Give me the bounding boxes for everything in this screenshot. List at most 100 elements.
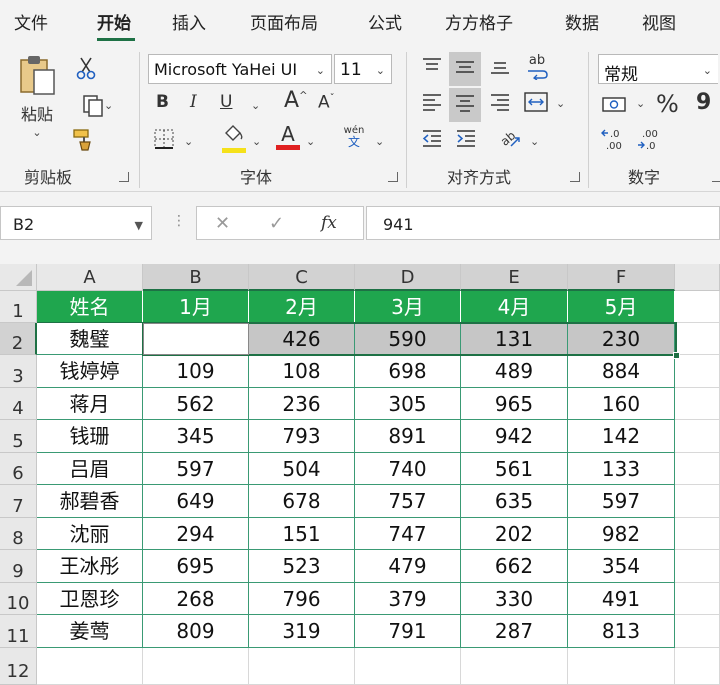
table-cell[interactable]: 590 — [355, 323, 461, 355]
borders-dropdown-icon[interactable]: ⌄ — [184, 136, 193, 147]
paste-button[interactable]: 粘贴 ⌄ — [14, 54, 60, 154]
font-color-dropdown-icon[interactable]: ⌄ — [306, 136, 315, 147]
row-header-2[interactable]: 2 — [0, 323, 37, 355]
table-cell[interactable]: 747 — [355, 518, 461, 550]
table-cell[interactable]: 姜莺 — [37, 615, 143, 648]
table-cell[interactable] — [461, 648, 568, 685]
table-cell[interactable] — [675, 323, 720, 355]
grow-font-button[interactable]: A^ — [284, 90, 307, 112]
table-cell[interactable]: 109 — [143, 355, 249, 388]
table-cell[interactable]: 236 — [249, 388, 355, 420]
table-cell[interactable]: 沈丽 — [37, 518, 143, 550]
align-left-button[interactable] — [418, 90, 446, 120]
orientation-dropdown-icon[interactable]: ⌄ — [530, 136, 539, 147]
table-cell[interactable]: 523 — [249, 550, 355, 583]
font-size-combo[interactable]: 11 ⌄ — [334, 54, 392, 84]
table-cell[interactable]: 942 — [461, 420, 568, 453]
table-cell[interactable]: 635 — [461, 485, 568, 518]
select-all-corner[interactable] — [0, 264, 37, 291]
clipboard-launcher-icon[interactable] — [119, 172, 129, 182]
menu-data[interactable]: 数据 — [565, 9, 599, 34]
menu-formulas[interactable]: 公式 — [368, 9, 402, 34]
table-cell[interactable]: 133 — [568, 453, 675, 485]
align-center-button[interactable] — [449, 88, 481, 122]
row-header-1[interactable]: 1 — [0, 291, 37, 323]
column-header-c[interactable]: C — [249, 264, 355, 291]
phonetic-button[interactable]: wén 文 — [340, 126, 368, 154]
decrease-indent-button[interactable] — [418, 126, 446, 154]
borders-button[interactable] — [152, 128, 176, 152]
header-cell[interactable]: 3月 — [355, 291, 461, 323]
table-cell[interactable]: 884 — [568, 355, 675, 388]
table-cell[interactable]: 597 — [568, 485, 675, 518]
header-cell[interactable]: 2月 — [249, 291, 355, 323]
align-middle-button[interactable] — [449, 52, 481, 86]
table-cell[interactable]: 钱婷婷 — [37, 355, 143, 388]
menu-file[interactable]: 文件 — [14, 9, 48, 34]
table-cell[interactable]: 131 — [461, 323, 568, 355]
table-cell[interactable]: 268 — [143, 583, 249, 615]
accounting-format-button[interactable] — [600, 92, 630, 120]
table-cell[interactable]: 796 — [249, 583, 355, 615]
row-header-7[interactable]: 7 — [0, 485, 37, 518]
table-cell[interactable]: 757 — [355, 485, 461, 518]
table-cell[interactable]: 230 — [568, 323, 675, 355]
row-header-9[interactable]: 9 — [0, 550, 37, 583]
table-cell[interactable]: 330 — [461, 583, 568, 615]
table-cell[interactable]: 662 — [461, 550, 568, 583]
table-cell[interactable]: 740 — [355, 453, 461, 485]
table-cell[interactable]: 791 — [355, 615, 461, 648]
menu-fangfang[interactable]: 方方格子 — [445, 9, 513, 34]
table-cell[interactable]: 319 — [249, 615, 355, 648]
row-header-4[interactable]: 4 — [0, 388, 37, 420]
percent-button[interactable]: % — [656, 92, 679, 116]
table-cell[interactable]: 562 — [143, 388, 249, 420]
menu-home[interactable]: 开始 — [97, 9, 131, 34]
phonetic-dropdown-icon[interactable]: ⌄ — [375, 136, 384, 147]
bold-button[interactable]: B — [156, 94, 169, 111]
table-cell[interactable]: 379 — [355, 583, 461, 615]
header-cell[interactable]: 4月 — [461, 291, 568, 323]
table-cell[interactable] — [675, 291, 720, 323]
table-cell[interactable]: 813 — [568, 615, 675, 648]
table-cell[interactable]: 489 — [461, 355, 568, 388]
fill-handle[interactable] — [673, 352, 680, 359]
table-cell[interactable]: 郝碧香 — [37, 485, 143, 518]
table-cell[interactable]: 吕眉 — [37, 453, 143, 485]
table-cell[interactable]: 695 — [143, 550, 249, 583]
italic-button[interactable]: I — [190, 94, 197, 111]
decrease-decimal-button[interactable]: .00.0 — [636, 126, 666, 154]
column-header-e[interactable]: E — [461, 264, 568, 291]
table-cell[interactable]: 287 — [461, 615, 568, 648]
copy-button[interactable]: ⌄ — [72, 94, 116, 120]
table-cell[interactable]: 793 — [249, 420, 355, 453]
table-cell[interactable]: 305 — [355, 388, 461, 420]
underline-dropdown-icon[interactable]: ⌄ — [251, 100, 260, 111]
font-color-button[interactable]: A — [274, 124, 302, 154]
format-painter-button[interactable] — [72, 128, 98, 154]
menu-page-layout[interactable]: 页面布局 — [250, 9, 318, 34]
table-cell[interactable]: 649 — [143, 485, 249, 518]
table-cell[interactable]: 蒋月 — [37, 388, 143, 420]
table-cell[interactable] — [675, 583, 720, 615]
table-cell[interactable]: 561 — [461, 453, 568, 485]
header-cell[interactable]: 姓名 — [37, 291, 143, 323]
formula-input[interactable]: 941 — [366, 206, 720, 240]
header-cell[interactable]: 5月 — [568, 291, 675, 323]
menu-view[interactable]: 视图 — [642, 9, 676, 34]
increase-indent-button[interactable] — [452, 126, 480, 154]
menu-insert[interactable]: 插入 — [172, 9, 206, 34]
table-cell[interactable]: 965 — [461, 388, 568, 420]
table-cell[interactable]: 王冰彤 — [37, 550, 143, 583]
table-cell[interactable]: 108 — [249, 355, 355, 388]
table-cell[interactable]: 354 — [568, 550, 675, 583]
row-header-12[interactable]: 12 — [0, 648, 37, 685]
merge-center-button[interactable] — [522, 90, 550, 120]
cut-button[interactable] — [74, 56, 98, 82]
table-cell[interactable] — [37, 648, 143, 685]
table-cell[interactable]: 698 — [355, 355, 461, 388]
worksheet-grid[interactable]: ABCDEF 1 2 3 4 5 6 7 8 9 10 11 12 姓名 1月 2月 3月 4月 5月 魏璧 941… — [0, 264, 720, 685]
number-launcher-icon[interactable] — [712, 172, 720, 182]
table-cell[interactable]: 891 — [355, 420, 461, 453]
table-cell[interactable] — [675, 615, 720, 648]
